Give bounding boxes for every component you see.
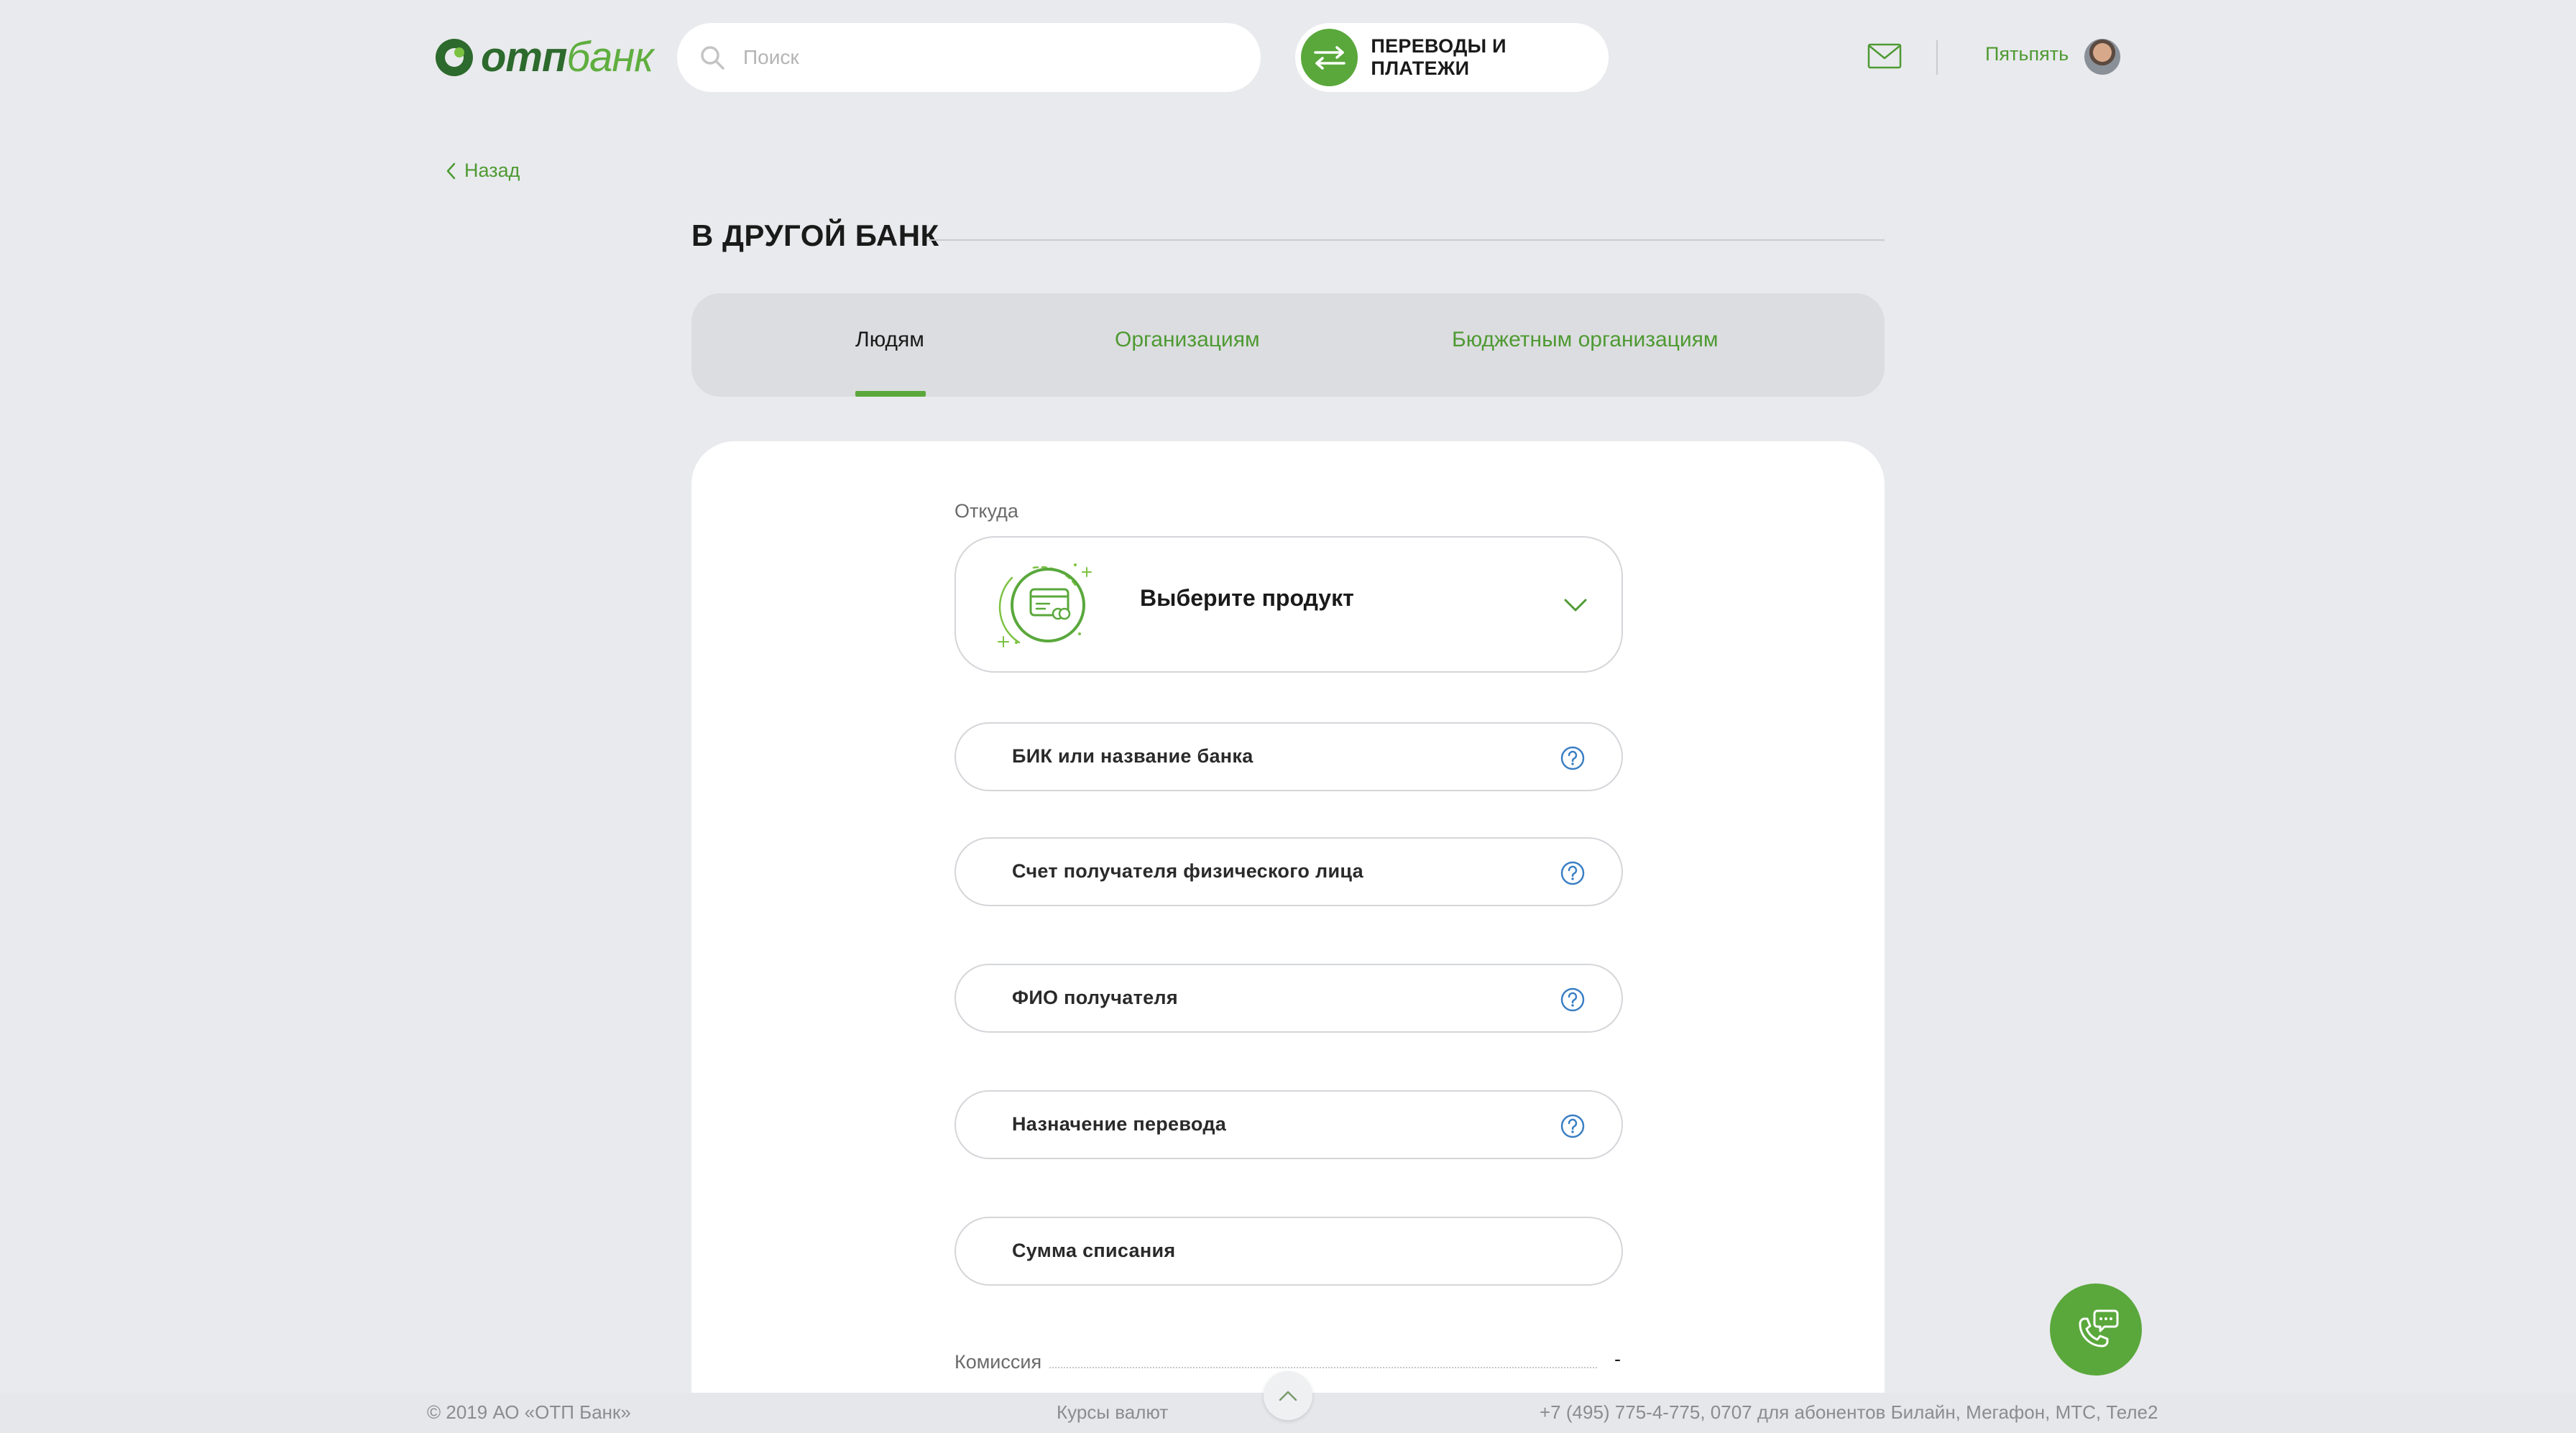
page-title: В ДРУГОЙ БАНК [691,218,939,252]
logo-mark-icon [436,39,473,76]
search-bar[interactable] [677,23,1261,92]
recipient-account-field[interactable]: Счет получателя физического лица [954,837,1623,906]
back-label: Назад [464,160,520,181]
back-link[interactable]: Назад [446,160,520,182]
amount-field[interactable]: Сумма списания [954,1217,1623,1286]
question-circle-icon[interactable] [1560,1113,1586,1139]
commission-label: Комиссия [954,1351,1042,1373]
recipient-account-label: Счет получателя физического лица [1012,860,1363,882]
question-circle-icon[interactable] [1560,987,1586,1013]
bank-bic-label: БИК или название банка [1012,745,1254,767]
card-illustration-icon [998,563,1092,648]
transfers-circle [1301,29,1358,86]
footer-copyright: © 2019 АО «ОТП Банк» [427,1401,631,1423]
commission-value: - [1614,1348,1621,1370]
amount-label: Сумма списания [1012,1240,1176,1261]
chevron-up-icon [1279,1391,1297,1401]
scroll-to-top-button[interactable] [1264,1371,1312,1420]
product-select-label: Выберите продукт [1140,585,1354,611]
recipient-name-field[interactable]: ФИО получателя [954,964,1623,1033]
search-icon [701,46,724,70]
mail-icon[interactable] [1867,43,1902,69]
logo-otp: отп [481,34,567,80]
active-tab-indicator [855,391,926,397]
bank-bic-field[interactable]: БИК или название банка [954,722,1623,791]
product-select[interactable]: Выберите продукт [954,536,1623,673]
from-label: Откуда [954,500,1018,522]
page: отпбанк ПЕРЕВОДЫ И ПЛАТЕЖИ Пятьпять [0,0,2576,1433]
title-divider [929,239,1885,241]
footer-phones: +7 (495) 775-4-775, 0707 для абонентов Б… [1540,1401,2158,1423]
search-input[interactable] [743,46,1203,69]
logo-bank: банк [566,34,653,80]
header-divider [1936,40,1938,75]
otp-bank-logo[interactable]: отпбанк [433,34,654,80]
recipient-type-tabs: Людям Организациям Бюджетным организация… [691,293,1885,397]
transfer-purpose-field[interactable]: Назначение перевода [954,1090,1623,1159]
arrows-swap-icon [1313,46,1346,70]
question-circle-icon[interactable] [1560,860,1586,886]
chevron-left-icon [446,162,456,179]
tab-people[interactable]: Людям [855,328,924,352]
call-chat-button[interactable] [2050,1284,2142,1376]
transfers-label: ПЕРЕВОДЫ И ПЛАТЕЖИ [1371,35,1506,79]
footer-exchange-rates-link[interactable]: Курсы валют [1057,1401,1168,1424]
logo-text: отпбанк [481,34,654,80]
transfer-form-card: Откуда Выберите продукт БИК или название… [691,441,1885,1433]
transfer-purpose-label: Назначение перевода [1012,1113,1227,1135]
avatar[interactable] [2084,39,2120,75]
recipient-name-label: ФИО получателя [1012,987,1178,1008]
phone-chat-icon [2079,1309,2119,1347]
tab-budget-organizations[interactable]: Бюджетным организациям [1452,328,1719,352]
chevron-down-icon[interactable] [1564,598,1587,612]
transfers-and-payments-button[interactable]: ПЕРЕВОДЫ И ПЛАТЕЖИ [1295,23,1609,92]
tab-organizations[interactable]: Организациям [1115,328,1260,352]
username-link[interactable]: Пятьпять [1985,43,2069,65]
commission-leader-dots [1049,1367,1597,1368]
question-circle-icon[interactable] [1560,745,1586,771]
